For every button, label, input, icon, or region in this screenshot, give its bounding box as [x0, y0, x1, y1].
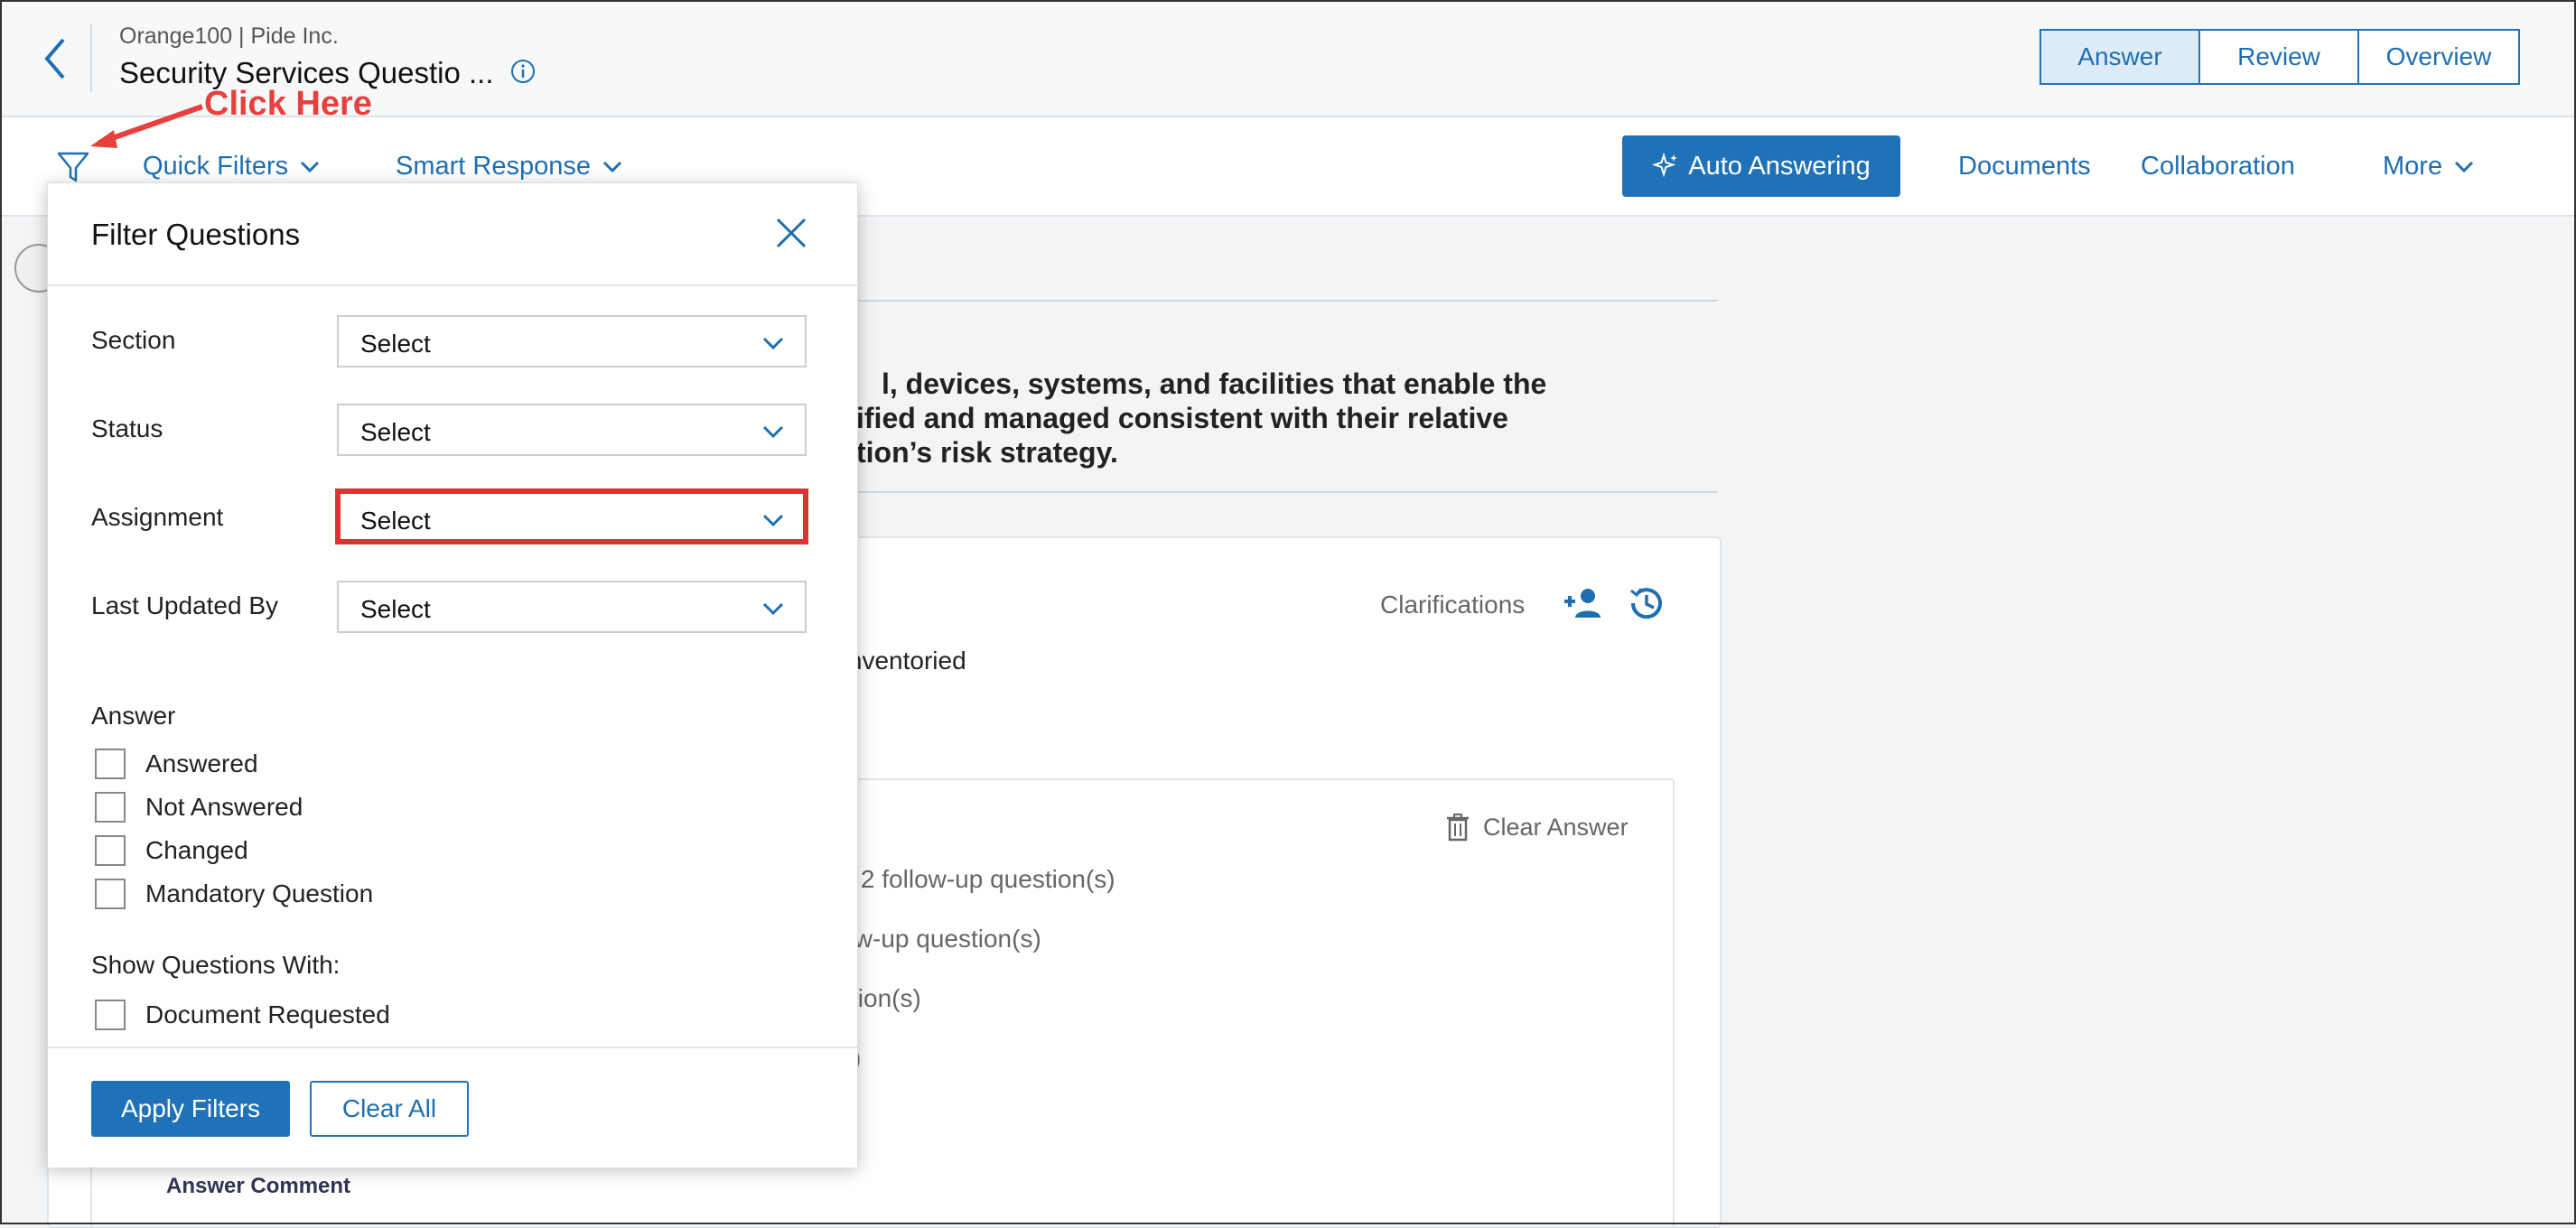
click-here-annotation: Click Here	[204, 85, 372, 123]
answer-comment-label[interactable]: Answer Comment	[166, 1174, 350, 1199]
collaboration-link[interactable]: Collaboration	[2141, 152, 2295, 181]
status-label: Status	[91, 414, 163, 442]
mandatory-question-option[interactable]: Mandatory Question	[95, 879, 373, 909]
show-questions-with-label: Show Questions With:	[91, 951, 341, 979]
trash-icon	[1447, 814, 1469, 842]
not-answered-checkbox[interactable]	[95, 792, 126, 823]
top-header: Orange100 | Pide Inc. Security Services …	[0, 0, 2576, 117]
question-line-3: tion’s risk strategy.	[856, 436, 1118, 469]
chevron-down-icon	[762, 337, 784, 350]
tab-overview[interactable]: Overview	[2359, 31, 2518, 83]
divider	[849, 491, 1718, 493]
auto-answering-button[interactable]: Auto Answering	[1622, 135, 1900, 197]
quick-filters-label: Quick Filters	[143, 152, 289, 181]
add-person-icon[interactable]	[1563, 585, 1604, 621]
document-requested-option[interactable]: Document Requested	[95, 1000, 390, 1030]
mandatory-question-label: Mandatory Question	[145, 879, 374, 907]
section-label: Section	[91, 326, 176, 354]
followup-text-1: has 2 follow-up question(s)	[813, 865, 1115, 893]
section-select-value: Select	[360, 330, 431, 358]
close-icon[interactable]	[774, 216, 808, 250]
auto-answering-label: Auto Answering	[1688, 151, 1871, 181]
last-updated-by-label: Last Updated By	[91, 591, 279, 619]
clear-all-button[interactable]: Clear All	[310, 1081, 469, 1137]
clarifications-link[interactable]: Clarifications	[1380, 591, 1525, 619]
status-select[interactable]: Select	[337, 404, 807, 456]
info-icon[interactable]	[509, 58, 537, 85]
status-select-value: Select	[360, 418, 431, 446]
documents-link[interactable]: Documents	[1958, 152, 2091, 181]
last-updated-by-select-value: Select	[360, 595, 431, 623]
last-updated-by-select[interactable]: Select	[337, 581, 807, 633]
more-label: More	[2383, 152, 2443, 181]
mandatory-question-checkbox[interactable]	[95, 879, 126, 909]
question-line-2: ified and managed consistent with their …	[856, 402, 1508, 434]
quick-filters-dropdown[interactable]: Quick Filters	[143, 152, 321, 181]
clear-answer-button[interactable]: Clear Answer	[1445, 813, 1629, 842]
changed-label: Changed	[145, 836, 248, 864]
not-answered-option[interactable]: Not Answered	[95, 792, 303, 823]
section-select[interactable]: Select	[337, 315, 807, 367]
answer-section-label: Answer	[91, 702, 176, 730]
chevron-down-icon	[2455, 161, 2474, 172]
annotation-arrow-icon	[90, 104, 203, 148]
chevron-down-icon	[301, 161, 320, 172]
sparkle-icon	[1652, 153, 1678, 178]
answered-checkbox[interactable]	[95, 749, 126, 779]
question-line-1: l, devices, systems, and facilities that…	[882, 367, 1547, 400]
apply-filters-button[interactable]: Apply Filters	[91, 1081, 290, 1137]
back-arrow-icon[interactable]	[36, 34, 76, 83]
tab-answer[interactable]: Answer	[2041, 31, 2200, 83]
header-divider	[90, 23, 92, 92]
more-dropdown[interactable]: More	[2383, 152, 2475, 181]
tab-review[interactable]: Review	[2200, 31, 2359, 83]
smart-response-dropdown[interactable]: Smart Response	[396, 152, 623, 181]
history-icon[interactable]	[1626, 583, 1666, 623]
panel-header: Filter Questions	[48, 183, 857, 286]
changed-checkbox[interactable]	[95, 835, 126, 866]
changed-option[interactable]: Changed	[95, 835, 248, 866]
document-requested-label: Document Requested	[145, 1000, 390, 1028]
panel-footer: Apply Filters Clear All	[48, 1047, 857, 1168]
answered-label: Answered	[145, 749, 258, 777]
answered-option[interactable]: Answered	[95, 749, 258, 779]
filter-icon[interactable]	[56, 150, 90, 186]
smart-response-label: Smart Response	[396, 152, 591, 181]
filter-questions-panel: Filter Questions Section Select Status S…	[47, 182, 858, 1168]
chevron-down-icon	[762, 602, 784, 616]
chevron-down-icon	[762, 425, 784, 439]
followup-text-2: low-up question(s)	[835, 925, 1041, 953]
clear-answer-label: Clear Answer	[1483, 813, 1629, 841]
chevron-down-icon	[602, 161, 622, 172]
panel-title: Filter Questions	[91, 218, 301, 251]
assignment-highlight-box	[335, 488, 808, 544]
breadcrumb: Orange100 | Pide Inc.	[119, 23, 339, 49]
divider	[849, 300, 1718, 302]
not-answered-label: Not Answered	[145, 793, 303, 821]
document-requested-checkbox[interactable]	[95, 1000, 126, 1030]
view-tabs: Answer Review Overview	[2039, 29, 2520, 85]
assignment-label: Assignment	[91, 503, 224, 531]
